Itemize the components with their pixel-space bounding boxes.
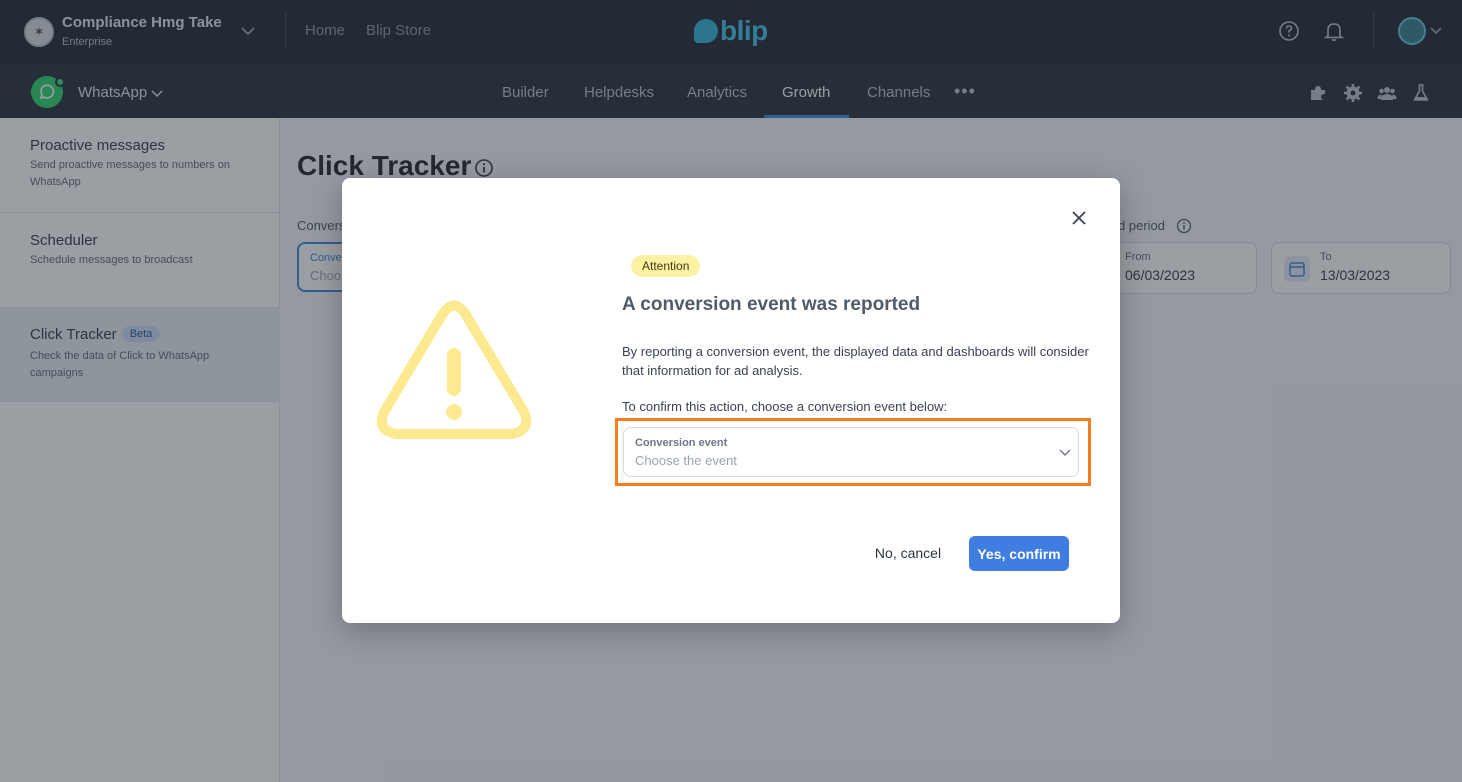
dialog-title: A conversion event was reported [622, 294, 921, 315]
chevron-down-icon [1059, 449, 1071, 456]
dialog-prompt: To confirm this action, choose a convers… [622, 399, 948, 414]
conversion-event-dialog: Attention A conversion event was reporte… [342, 178, 1120, 623]
attention-badge: Attention [631, 255, 701, 277]
close-icon[interactable] [1069, 208, 1089, 228]
conversion-event-select[interactable]: Conversion event Choose the event [623, 427, 1079, 477]
cancel-button[interactable]: No, cancel [864, 536, 952, 570]
conversion-event-label: Conversion event [635, 437, 728, 449]
confirm-button[interactable]: Yes, confirm [969, 536, 1069, 571]
dialog-description: By reporting a conversion event, the dis… [622, 344, 1089, 378]
conversion-event-placeholder: Choose the event [635, 453, 737, 468]
warning-icon [376, 300, 532, 439]
